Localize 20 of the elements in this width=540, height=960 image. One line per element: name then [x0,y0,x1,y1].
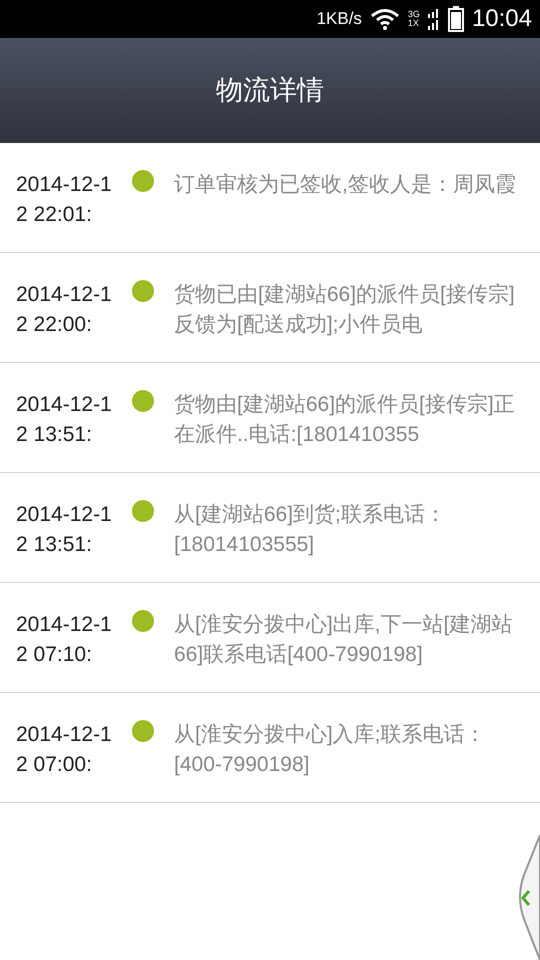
event-description: 从[淮安分拨中心]出库,下一站[建湖站66]联系电话[400-7990198] [174,612,514,668]
network-speed: 1KB/s [316,8,362,30]
event-time: 2014-12-12 07:10: [16,612,112,668]
event-description: 货物由[建湖站66]的派件员[接传宗]正在派件..电话:[1801410355 [174,392,516,448]
network-type: 1X [408,19,420,28]
wifi-icon [370,8,400,30]
event-time: 2014-12-12 07:00: [16,722,112,778]
network-type: 3G [408,10,420,19]
event-time: 2014-12-12 13:51: [16,392,112,448]
clock: 10:04 [472,4,532,34]
event-time: 2014-12-12 13:51: [16,502,112,558]
event-time: 2014-12-12 22:00: [16,282,112,338]
battery-icon [448,6,464,32]
event-description: 从[建湖站66]到货;联系电话：[18014103555] [174,502,447,558]
signal-icon [428,8,440,30]
event-time: 2014-12-12 22:01: [16,172,112,228]
page-title: 物流详情 [216,74,324,108]
event-description: 从[淮安分拨中心]入库;联系电话：[400-7990198] [174,722,487,778]
event-description: 货物已由[建湖站66]的派件员[接传宗]反馈为[配送成功];小件员电 [174,282,516,338]
event-description: 订单审核为已签收,签收人是：周凤霞 [174,172,517,198]
